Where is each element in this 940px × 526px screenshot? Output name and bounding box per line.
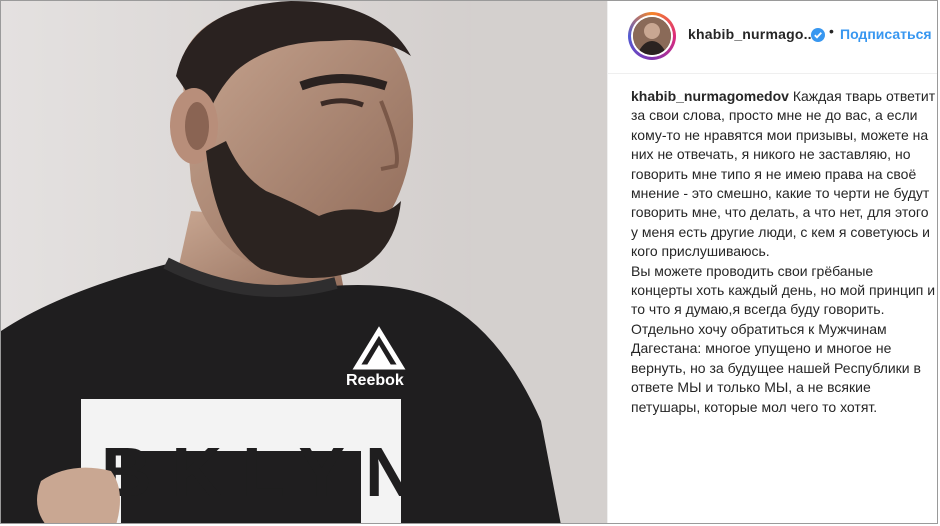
shirt-brand-text: Reebok — [346, 372, 404, 389]
caption-paragraph-1: khabib_nurmagomedov Каждая тварь ответит… — [631, 87, 937, 262]
header-separator: • — [829, 23, 834, 39]
caption-paragraph-3: Отдельно хочу обратиться к Мужчинам Даге… — [631, 320, 921, 415]
caption-author-link[interactable]: khabib_nurmagomedov — [631, 88, 789, 104]
instagram-post: Reebok BKLYN khabib_nurmago... • Подписа… — [0, 0, 938, 524]
shirt-print-text: BKLYN — [101, 433, 436, 511]
verified-badge-icon — [811, 28, 825, 42]
post-side-panel: khabib_nurmago... • Подписаться khabib_n… — [607, 1, 937, 523]
caption-paragraph-2: Вы можете проводить свои грёбаные концер… — [631, 262, 936, 318]
post-header: khabib_nurmago... • Подписаться — [608, 1, 937, 74]
avatar[interactable] — [628, 12, 676, 60]
avatar-image — [633, 17, 671, 55]
username-link[interactable]: khabib_nurmago... — [688, 26, 816, 42]
follow-button[interactable]: Подписаться — [840, 26, 932, 42]
post-photo[interactable]: Reebok BKLYN — [1, 1, 607, 523]
caption-text-1: Каждая тварь ответит за свои слова, прос… — [631, 88, 936, 260]
photo-illustration: Reebok BKLYN — [1, 1, 607, 523]
post-caption: khabib_nurmagomedov Каждая тварь ответит… — [631, 87, 937, 417]
